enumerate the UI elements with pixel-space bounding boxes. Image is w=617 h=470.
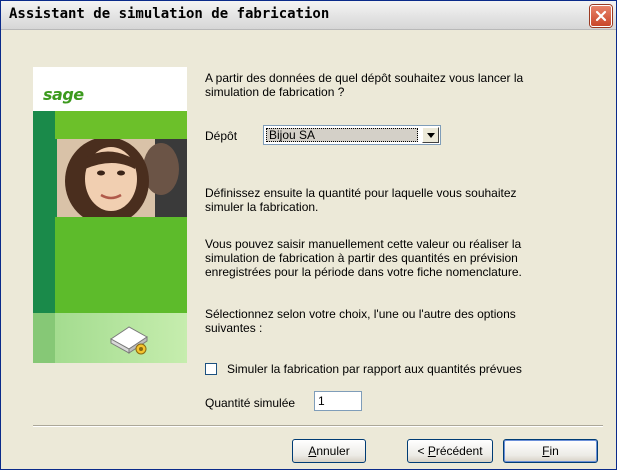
wizard-side-image: sage (33, 67, 187, 363)
depot-label: Dépôt (205, 129, 238, 143)
quantity-instructions: Définissez ensuite la quantité pour laqu… (205, 186, 517, 214)
depot-dropdown-button[interactable] (422, 127, 439, 143)
wizard-window: Assistant de simulation de fabrication s… (0, 0, 617, 470)
sage-logo: sage (43, 85, 84, 104)
options-instructions: Sélectionnez selon votre choix, l'une ou… (205, 307, 516, 335)
window-title: Assistant de simulation de fabrication (9, 6, 330, 22)
bottom-band (33, 313, 187, 363)
simulate-forecast-checkbox[interactable] (205, 363, 217, 375)
chevron-down-icon (426, 132, 435, 138)
woman-photo (43, 139, 187, 217)
intro-text: A partir des données de quel dépôt souha… (205, 71, 524, 99)
cancel-button[interactable]: Annuler (292, 439, 366, 463)
box-icon (110, 326, 148, 355)
finish-button[interactable]: Fin (503, 439, 598, 463)
manual-instructions: Vous pouvez saisir manuellement cette va… (205, 237, 522, 279)
title-bar[interactable]: Assistant de simulation de fabrication (1, 1, 616, 30)
light-green-stripe (55, 111, 187, 139)
simulate-forecast-label[interactable]: Simuler la fabrication par rapport aux q… (227, 362, 522, 376)
depot-select-value: Bijou SA (266, 128, 418, 142)
close-icon (595, 10, 607, 22)
separator (33, 425, 603, 427)
depot-select[interactable]: Bijou SA (263, 125, 441, 145)
green-block (55, 217, 187, 313)
close-button[interactable] (590, 5, 612, 27)
previous-button[interactable]: < Précédent (407, 439, 493, 463)
simulated-quantity-input[interactable] (314, 391, 362, 411)
simulated-quantity-label: Quantité simulée (205, 396, 296, 410)
